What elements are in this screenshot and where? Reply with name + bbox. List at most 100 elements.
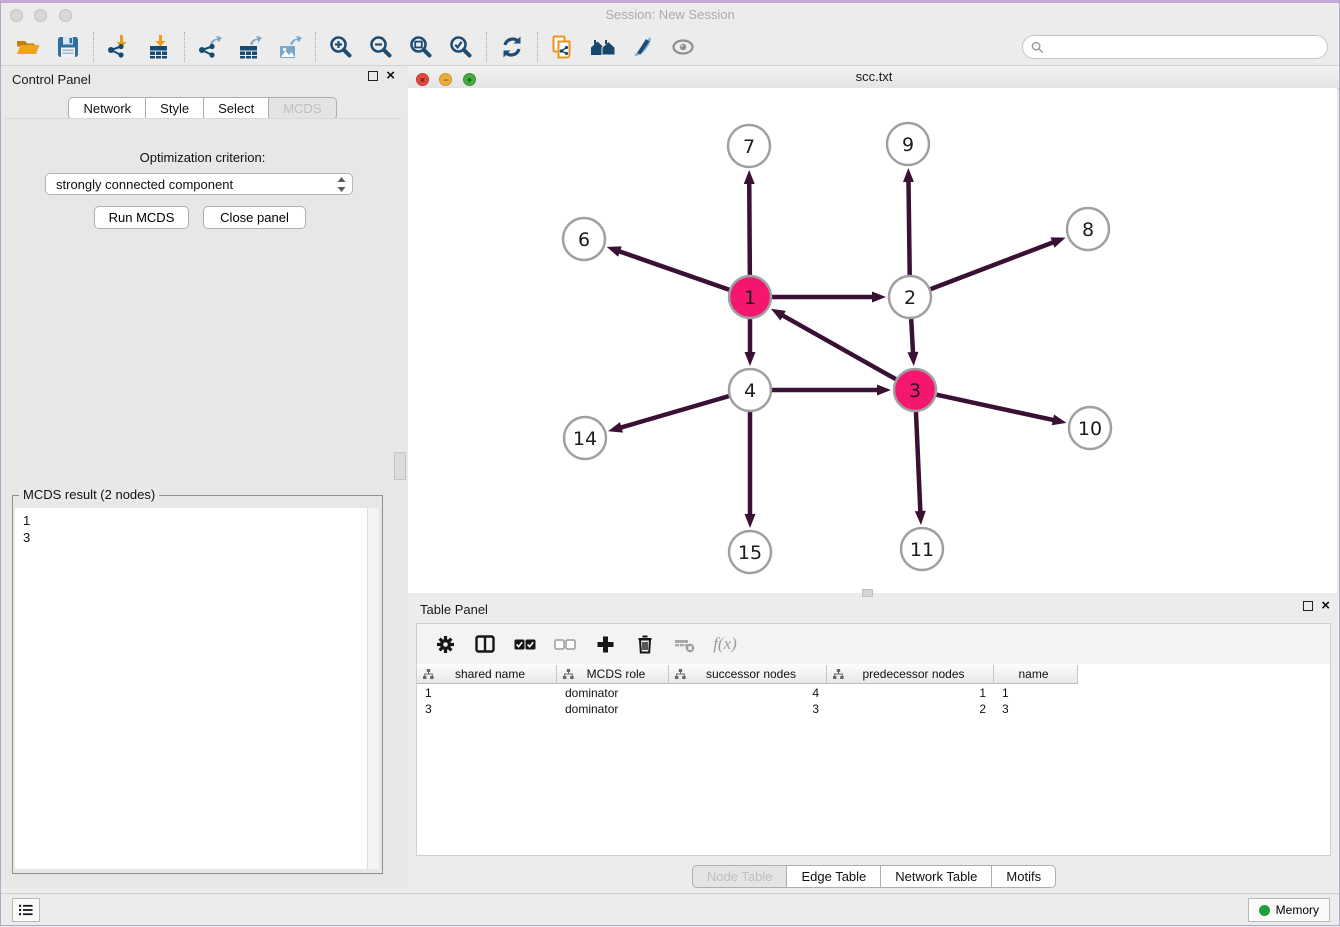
optimization-criterion-label: Optimization criterion: [0,150,405,165]
toolbar-separator [93,32,94,62]
import-network-icon [106,34,132,60]
task-history-button[interactable] [12,898,40,922]
unchecked-boxes-icon [554,639,576,650]
refresh-button[interactable] [492,31,532,63]
tab-motifs[interactable]: Motifs [992,865,1056,888]
graph-edge-2-9[interactable] [908,180,909,275]
float-panel-icon[interactable] [368,71,378,81]
mcds-result-line: 1 [23,512,367,529]
table-cell[interactable]: 3 [417,701,557,717]
deselect-all-button[interactable] [547,628,583,660]
export-table-button[interactable] [230,31,270,63]
table-cell[interactable]: 3 [669,701,827,717]
table-settings-button[interactable] [427,628,463,660]
optimization-criterion-select[interactable]: strongly connected component [45,173,353,195]
tab-mcds[interactable]: MCDS [269,97,336,120]
delete-column-button[interactable] [667,628,703,660]
table-cell[interactable]: 2 [827,701,994,717]
copy-network-style-button[interactable] [543,31,583,63]
graph-edge-4-14[interactable] [620,396,729,428]
table-cell[interactable]: 1 [994,685,1078,701]
column-header-label: successor nodes [686,667,826,681]
table-cell[interactable]: 1 [417,685,557,701]
show-hide-button[interactable] [663,31,703,63]
status-bar: Memory [0,893,1340,927]
style-paint-icon [630,34,656,60]
column-header-label: name [1000,667,1077,681]
graph-edge-3-1[interactable] [781,315,895,380]
table-cell[interactable]: 3 [994,701,1078,717]
run-mcds-button[interactable]: Run MCDS [94,206,189,229]
search-icon [1031,41,1044,54]
table-cell[interactable]: 4 [669,685,827,701]
search-input[interactable] [1049,39,1319,55]
vertical-splitter-grip[interactable] [394,452,406,480]
close-panel-icon[interactable]: × [386,71,395,81]
graph-edge-2-3[interactable] [911,319,913,354]
save-session-button[interactable] [48,31,88,63]
zoom-fit-icon [408,34,434,60]
table-cell[interactable]: dominator [557,701,669,717]
tab-style[interactable]: Style [146,97,204,120]
style-paint-button[interactable] [623,31,663,63]
window-title: Session: New Session [0,7,1340,22]
tab-edge-table[interactable]: Edge Table [787,865,881,888]
memory-status-icon [1259,905,1270,916]
graph-edge-2-8[interactable] [931,242,1055,289]
select-all-button[interactable] [507,628,543,660]
toolbar-separator [537,32,538,62]
tab-select[interactable]: Select [204,97,269,120]
column-type-icon [563,669,574,680]
zoom-out-button[interactable] [361,31,401,63]
zoom-in-button[interactable] [321,31,361,63]
close-panel-button[interactable]: Close panel [203,206,306,229]
graph-edge-3-10[interactable] [936,395,1054,421]
horizontal-splitter-grip[interactable] [862,589,873,597]
column-header-successor-nodes[interactable]: successor nodes [669,665,827,684]
delete-row-button[interactable] [627,628,663,660]
memory-button[interactable]: Memory [1248,898,1330,922]
float-table-panel-icon[interactable] [1303,601,1313,611]
graph-edge-arrow [872,292,886,303]
graph-node-label: 8 [1082,219,1094,241]
result-scrollbar[interactable] [367,508,379,869]
zoom-selected-button[interactable] [441,31,481,63]
table-cell[interactable]: 1 [827,685,994,701]
zoom-fit-button[interactable] [401,31,441,63]
graph-edge-1-6[interactable] [618,251,729,290]
table-row[interactable]: 1dominator411 [417,685,1078,701]
table-row[interactable]: 3dominator323 [417,701,1078,717]
function-builder-button[interactable]: f(x) [707,628,743,660]
column-header-MCDS-role[interactable]: MCDS role [557,665,669,684]
export-image-button[interactable] [270,31,310,63]
graph-edge-arrow [745,352,756,366]
graph-node-label: 4 [744,380,756,402]
export-network-button[interactable] [190,31,230,63]
toolbar-separator [315,32,316,62]
graph-edge-arrow [608,422,623,433]
column-header-name[interactable]: name [994,665,1078,684]
mcds-result-line: 3 [23,529,367,546]
import-table-button[interactable] [139,31,179,63]
close-table-panel-icon[interactable]: × [1321,601,1330,611]
export-network-icon [197,34,223,60]
graph-edge-arrow [1052,415,1067,426]
add-row-button[interactable] [587,628,623,660]
graph-node-label: 10 [1078,418,1102,440]
optimization-criterion-value: strongly connected component [56,177,337,192]
tab-network-table[interactable]: Network Table [881,865,992,888]
mcds-result-list[interactable]: 13 [15,508,367,869]
graph-edge-1-7[interactable] [749,182,750,275]
tab-node-table[interactable]: Node Table [692,865,788,888]
graph-node-label: 7 [743,136,755,158]
table-cell[interactable]: dominator [557,685,669,701]
column-header-predecessor-nodes[interactable]: predecessor nodes [827,665,994,684]
graph-edge-3-11[interactable] [916,412,920,513]
column-header-shared-name[interactable]: shared name [417,665,557,684]
first-neighbors-button[interactable] [583,31,623,63]
network-canvas[interactable]: 7968124314101511 [408,88,1337,593]
import-network-button[interactable] [99,31,139,63]
tab-network[interactable]: Network [68,97,146,120]
open-session-button[interactable] [8,31,48,63]
insert-column-button[interactable] [467,628,503,660]
